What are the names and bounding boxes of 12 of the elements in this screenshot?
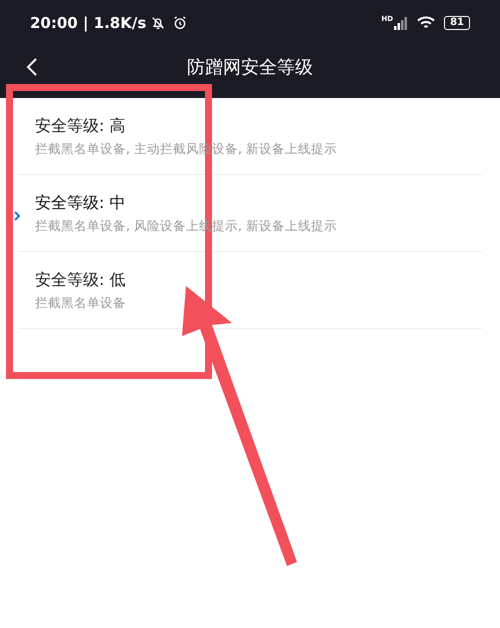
- battery-indicator: 81: [444, 16, 470, 30]
- back-chevron-icon: [26, 57, 38, 77]
- option-title: 安全等级: 低: [35, 268, 126, 291]
- alarm-icon: [172, 15, 188, 31]
- option-title: 安全等级: 中: [35, 192, 126, 214]
- status-time: 20:00 | 1.8K/s: [30, 12, 146, 34]
- selected-chevron-icon: [14, 211, 21, 221]
- option-title: 安全等级: 高: [35, 114, 126, 137]
- bell-off-icon: [150, 15, 166, 31]
- signal-icon: [394, 16, 408, 30]
- page-title: 防蹭网安全等级: [187, 56, 313, 80]
- option-description: 拦截黑名单设备: [35, 294, 127, 312]
